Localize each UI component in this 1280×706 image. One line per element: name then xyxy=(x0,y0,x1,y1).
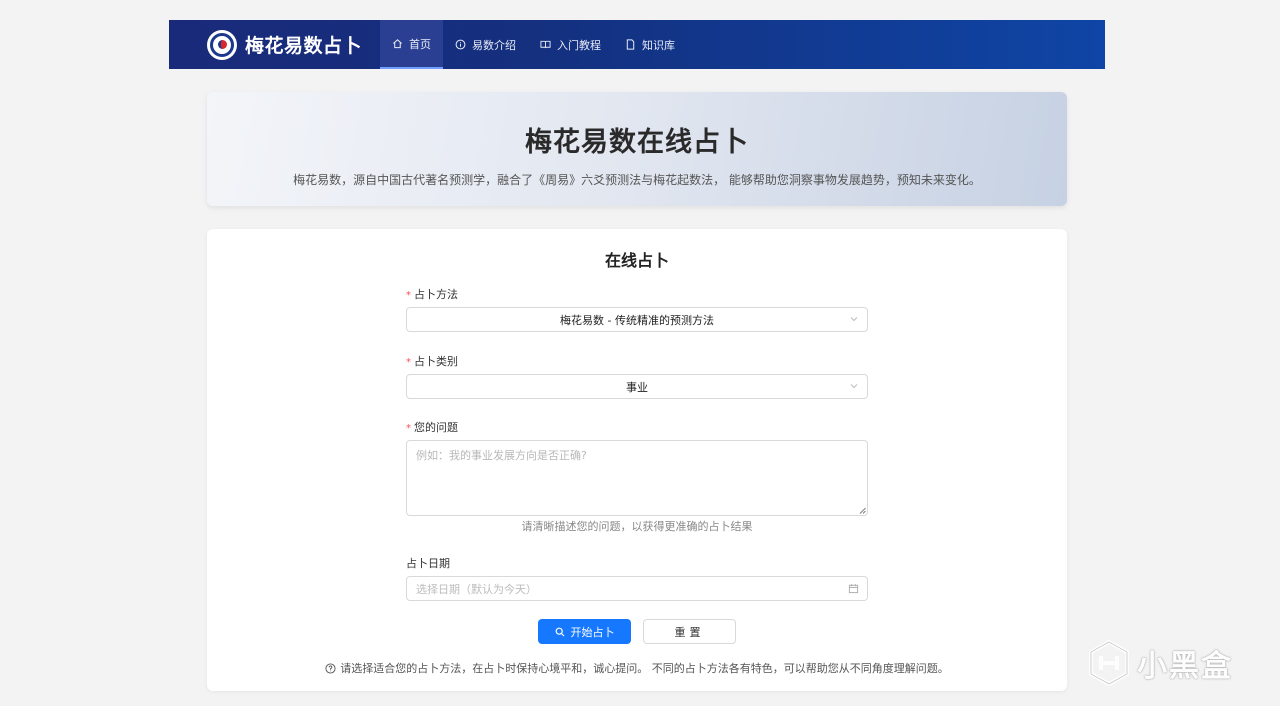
nav-item-label: 易数介绍 xyxy=(472,38,516,52)
hero-description: 梅花易数，源自中国古代著名预测学，融合了《周易》六爻预测法与梅花起数法， 能够帮… xyxy=(293,173,981,187)
method-select-value: 梅花易数 - 传统精准的预测方法 xyxy=(560,313,714,327)
question-label: * 您的问题 xyxy=(406,421,458,434)
method-select[interactable]: 梅花易数 - 传统精准的预测方法 xyxy=(406,307,868,332)
nav-item-intro[interactable]: 易数介绍 xyxy=(443,20,528,69)
chevron-down-icon xyxy=(850,384,858,389)
info-icon xyxy=(455,39,466,50)
chevron-down-icon xyxy=(850,317,858,322)
question-circle-icon xyxy=(325,662,336,674)
form-title: 在线占卜 xyxy=(604,251,669,270)
question-input[interactable] xyxy=(406,440,868,516)
hero-banner: 梅花易数在线占卜 梅花易数，源自中国古代著名预测学，融合了《周易》六爻预测法与梅… xyxy=(207,92,1067,206)
resize-grip-icon[interactable] xyxy=(859,507,866,514)
required-mark: * xyxy=(406,423,411,434)
reset-button[interactable]: 重置 xyxy=(643,619,736,644)
date-placeholder: 选择日期（默认为今天） xyxy=(416,582,537,596)
form-tip-text: 请选择适合您的占卜方法，在占卜时保持心境平和，诚心提问。 不同的占卜方法各有特色… xyxy=(340,662,949,675)
category-select-value: 事业 xyxy=(626,380,648,394)
start-divination-button[interactable]: 开始占卜 xyxy=(538,619,631,644)
date-label: 占卜日期 xyxy=(406,557,450,570)
hero-title: 梅花易数在线占卜 xyxy=(525,127,749,158)
watermark: 小黑盒 xyxy=(1087,640,1233,686)
top-navbar: 梅花易数占卜 首页 易数介绍 入门教程 知识库 xyxy=(169,20,1105,69)
watermark-text: 小黑盒 xyxy=(1137,649,1233,684)
nav-item-label: 知识库 xyxy=(642,38,675,52)
nav-item-knowledge[interactable]: 知识库 xyxy=(613,20,687,69)
brand-name: 梅花易数占卜 xyxy=(245,35,363,57)
home-icon xyxy=(392,38,403,49)
brand[interactable]: 梅花易数占卜 xyxy=(207,20,380,69)
nav-item-label: 入门教程 xyxy=(557,38,601,52)
nav-item-tutorial[interactable]: 入门教程 xyxy=(528,20,613,69)
category-select[interactable]: 事业 xyxy=(406,374,868,399)
nav-item-label: 首页 xyxy=(409,37,431,51)
book-icon xyxy=(540,39,551,50)
nav-menu: 首页 易数介绍 入门教程 知识库 xyxy=(380,20,687,69)
method-label: * 占卜方法 xyxy=(406,288,458,301)
date-picker[interactable]: 选择日期（默认为今天） xyxy=(406,576,868,601)
brand-logo xyxy=(207,29,237,60)
start-divination-label: 开始占卜 xyxy=(570,626,615,639)
question-helper-text: 请清晰描述您的问题，以获得更准确的占卜结果 xyxy=(521,520,753,533)
heybox-logo-icon xyxy=(1089,640,1129,686)
nav-item-home[interactable]: 首页 xyxy=(380,20,443,69)
required-mark: * xyxy=(406,357,411,368)
calendar-icon xyxy=(848,584,859,594)
file-icon xyxy=(625,39,636,50)
divination-form-card: 在线占卜 * 占卜方法 梅花易数 - 传统精准的预测方法 * 占卜类别 事业 * 您的… xyxy=(207,229,1067,691)
search-icon xyxy=(555,627,564,636)
category-label: * 占卜类别 xyxy=(406,355,458,368)
form-tip: 请选择适合您的占卜方法，在占卜时保持心境平和，诚心提问。 不同的占卜方法各有特色… xyxy=(207,660,1067,676)
required-mark: * xyxy=(406,290,411,301)
